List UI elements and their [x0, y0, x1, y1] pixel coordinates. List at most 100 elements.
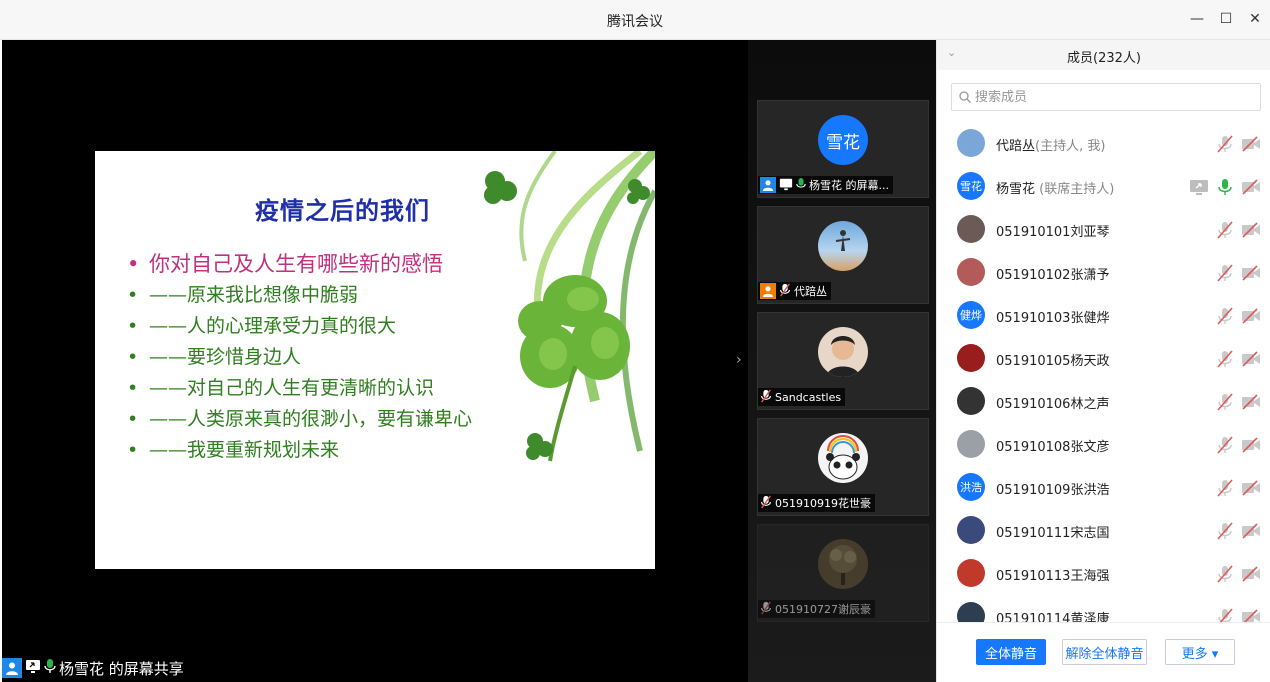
video-tile[interactable]: 051910919花世豪: [757, 418, 929, 516]
camera-off-icon[interactable]: [1241, 607, 1261, 622]
avatar: 健烨: [957, 301, 985, 329]
camera-off-icon[interactable]: [1241, 220, 1261, 240]
mic-muted-icon: [760, 600, 772, 618]
camera-off-icon[interactable]: [1241, 263, 1261, 283]
avatar: [957, 602, 985, 622]
member-name: 051910101刘亚琴: [996, 221, 1109, 240]
member-name-text: 051910114黄泽康: [996, 612, 1110, 622]
screen-share-icon: [25, 658, 41, 678]
member-row[interactable]: 051910105杨天政: [937, 337, 1270, 380]
member-row[interactable]: 051910106林之声: [937, 380, 1270, 423]
avatar: 雪花: [818, 115, 868, 165]
title-bar: 腾讯会议 — ☐ ✕: [0, 0, 1270, 40]
close-button[interactable]: ✕: [1244, 8, 1266, 30]
slide-bullet: • ——对自己的人生有更清晰的认识: [127, 377, 435, 399]
member-name: 051910109张洪浩: [996, 479, 1109, 498]
mic-muted-icon: [760, 388, 772, 406]
mic-on-icon: [796, 177, 806, 194]
member-row[interactable]: 洪浩 051910109张洪浩: [937, 466, 1270, 509]
member-name: 051910106林之声: [996, 393, 1109, 412]
tile-label: 杨雪花 的屏幕...: [758, 176, 893, 194]
member-row[interactable]: 051910113王海强: [937, 552, 1270, 595]
slide-bullet: • ——人的心理承受力真的很大: [127, 315, 397, 337]
member-row[interactable]: 健烨 051910103张健烨: [937, 294, 1270, 337]
camera-off-icon[interactable]: [1241, 435, 1261, 455]
window-title: 腾讯会议: [607, 14, 663, 30]
video-tile[interactable]: 051910727谢辰豪: [757, 524, 929, 622]
members-panel-footer: 全体静音 解除全体静音 更多 ▾: [937, 622, 1270, 682]
slide-bullet: • ——要珍惜身边人: [127, 346, 302, 368]
camera-off-icon[interactable]: [1241, 564, 1261, 584]
member-search-box[interactable]: [951, 83, 1261, 111]
mic-muted-icon[interactable]: [1215, 134, 1235, 154]
mic-muted-icon[interactable]: [1215, 349, 1235, 369]
mic-muted-icon[interactable]: [1215, 564, 1235, 584]
mic-on-icon: [44, 658, 56, 678]
mic-muted-icon[interactable]: [1215, 521, 1235, 541]
video-tile[interactable]: 代踣丛: [757, 206, 929, 304]
mic-muted-icon[interactable]: [1215, 435, 1235, 455]
avatar: [957, 258, 985, 286]
member-row[interactable]: 051910114黄泽康: [937, 595, 1270, 622]
camera-off-icon[interactable]: [1241, 177, 1261, 197]
member-row[interactable]: 051910101刘亚琴: [937, 208, 1270, 251]
member-name: 051910114黄泽康: [996, 608, 1109, 622]
members-panel-header: ⌄ 成员(232人): [937, 40, 1270, 70]
video-thumbnail-column: 雪花 杨雪花 的屏幕... 代踣丛 Sandcastles 051910919花…: [748, 40, 936, 682]
mic-muted-icon[interactable]: [1215, 607, 1235, 622]
camera-off-icon[interactable]: [1241, 392, 1261, 412]
member-name-text: 杨雪花: [996, 182, 1036, 197]
member-row[interactable]: 051910108张文彦: [937, 423, 1270, 466]
avatar: 雪花: [957, 172, 985, 200]
member-name-text: 051910106林之声: [996, 397, 1110, 412]
mic-muted-icon[interactable]: [1215, 306, 1235, 326]
mic-muted-icon[interactable]: [1215, 392, 1235, 412]
camera-off-icon[interactable]: [1241, 349, 1261, 369]
slide-bullet-list: • 你对自己及人生有哪些新的感悟 • ——原来我比想像中脆弱 • ——人的心理承受力真…: [127, 249, 472, 466]
collapse-arrow-icon[interactable]: ›: [736, 352, 742, 368]
user-icon: [760, 283, 776, 299]
camera-off-icon[interactable]: [1241, 478, 1261, 498]
search-icon: [959, 91, 971, 103]
member-name-text: 051910101刘亚琴: [996, 225, 1110, 240]
slide-bullet: • 你对自己及人生有哪些新的感悟: [127, 252, 443, 276]
camera-off-icon[interactable]: [1241, 306, 1261, 326]
minimize-button[interactable]: —: [1186, 8, 1208, 30]
slide-bullet: • ——原来我比想像中脆弱: [127, 284, 359, 306]
more-button[interactable]: 更多 ▾: [1165, 639, 1235, 665]
member-name: 051910108张文彦: [996, 436, 1109, 455]
unmute-all-button[interactable]: 解除全体静音: [1062, 639, 1147, 665]
mic-muted-icon[interactable]: [1215, 478, 1235, 498]
member-name-text: 051910113王海强: [996, 569, 1110, 584]
member-name: 051910113王海强: [996, 565, 1109, 584]
member-name-text: 代踣丛: [996, 139, 1036, 154]
screen-share-icon[interactable]: [1189, 177, 1209, 197]
tile-label: 代踣丛: [758, 282, 831, 300]
member-row[interactable]: 051910102张潇予: [937, 251, 1270, 294]
member-name-text: 051910102张潇予: [996, 268, 1110, 283]
screen-share-stage[interactable]: 疫情之后的我们 • 你对自己及人生有哪些新的感悟 • ——原来我比想像中脆弱 • ——…: [2, 40, 748, 682]
screen-share-icon: [779, 177, 793, 194]
user-icon: [2, 658, 22, 678]
shared-slide: 疫情之后的我们 • 你对自己及人生有哪些新的感悟 • ——原来我比想像中脆弱 • ——…: [95, 151, 655, 569]
avatar: [818, 221, 868, 271]
member-row[interactable]: 051910111宋志国: [937, 509, 1270, 552]
mute-all-button[interactable]: 全体静音: [976, 639, 1046, 665]
camera-off-icon[interactable]: [1241, 134, 1261, 154]
members-panel: ⌄ 成员(232人) 代踣丛(主持人, 我) 雪花杨雪花 (联席主持人) 05191…: [936, 40, 1270, 682]
member-name: 杨雪花 (联席主持人): [996, 178, 1114, 197]
member-row[interactable]: 雪花 杨雪花 (联席主持人): [937, 165, 1270, 208]
tile-label: Sandcastles: [758, 388, 846, 406]
mic-muted-icon[interactable]: [1215, 220, 1235, 240]
video-tile[interactable]: Sandcastles: [757, 312, 929, 410]
member-row[interactable]: 代踣丛(主持人, 我): [937, 122, 1270, 165]
tile-name: 051910727谢辰豪: [775, 603, 871, 616]
mic-muted-icon[interactable]: [1215, 263, 1235, 283]
slide-bullet: • ——我要重新规划未来: [127, 439, 340, 461]
maximize-button[interactable]: ☐: [1215, 8, 1237, 30]
camera-off-icon[interactable]: [1241, 521, 1261, 541]
video-tile[interactable]: 雪花 杨雪花 的屏幕...: [757, 100, 929, 198]
member-name-text: 051910103张健烨: [996, 311, 1110, 326]
mic-on-icon[interactable]: [1215, 177, 1235, 197]
member-search-input[interactable]: [975, 89, 1245, 105]
